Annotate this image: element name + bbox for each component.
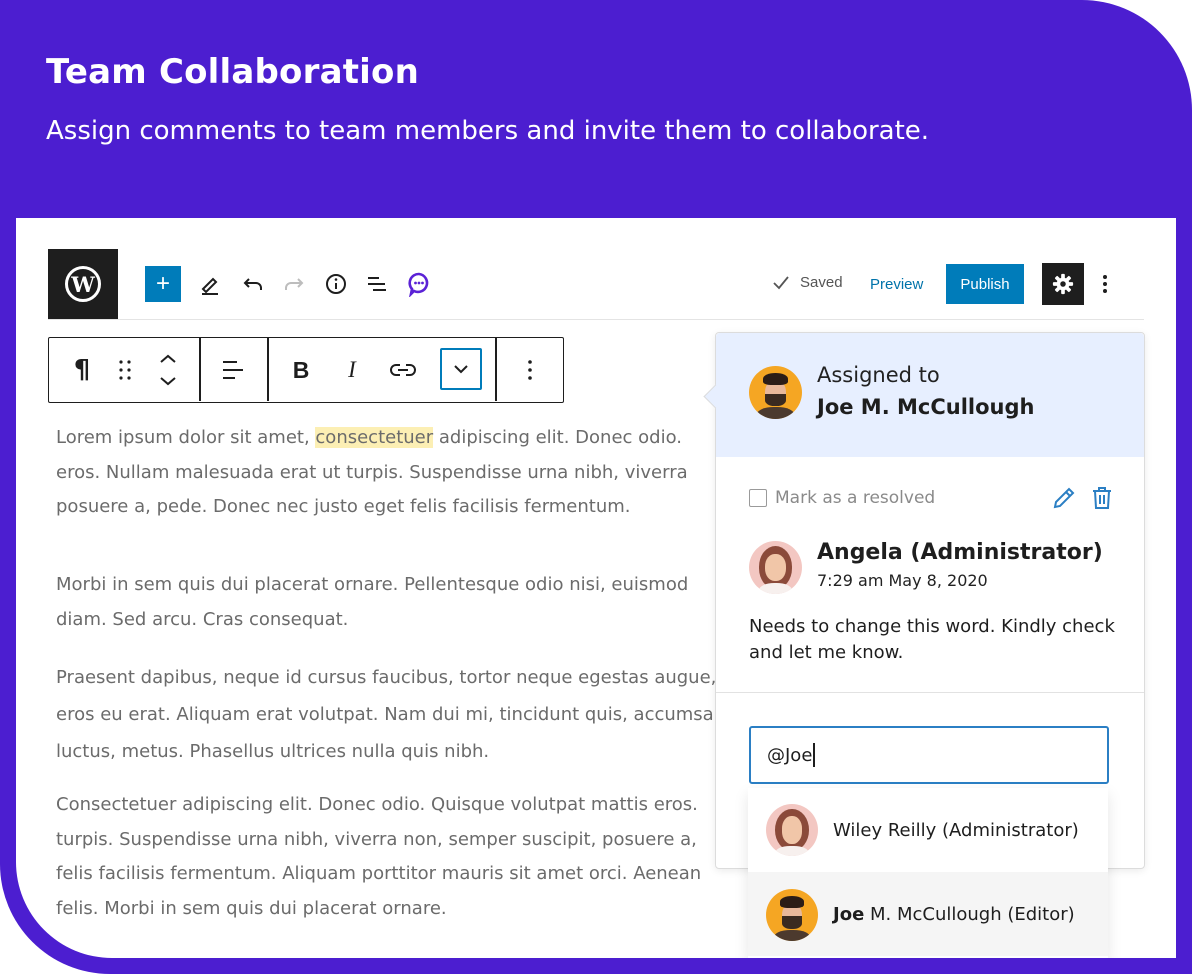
hero-title: Team Collaboration (46, 52, 419, 92)
paragraph-3[interactable]: Praesent dapibus, neque id cursus faucib… (56, 659, 725, 770)
hero-frame: Team Collaboration Assign comments to te… (0, 0, 1192, 974)
editor-screenshot: W + Saved Preview Publish ¶ B I Lorem ip… (16, 218, 1176, 958)
link-icon[interactable] (385, 352, 421, 388)
assigned-label: Assigned to (817, 363, 940, 387)
resolve-checkbox[interactable] (749, 489, 767, 507)
text-cursor (813, 743, 815, 767)
text-run: Praesent dapibus, neque id cursus faucib… (56, 667, 717, 688)
text-run: felis facilisis fermentum. Aliquam portt… (56, 863, 702, 884)
undo-icon[interactable] (237, 268, 269, 300)
saved-label: Saved (800, 274, 843, 291)
block-options-icon[interactable] (512, 352, 548, 388)
bold-button[interactable]: B (283, 352, 319, 388)
more-rich-text-chevron-down-icon[interactable] (440, 348, 482, 390)
reply-input[interactable]: @Joe (749, 726, 1109, 784)
toolbar-separator (199, 338, 201, 401)
text-run: posuere a, pede. Donec nec justo eget fe… (56, 496, 631, 517)
assigned-to-header: Assigned to Joe M. McCullough (716, 333, 1144, 457)
move-up-down-icon[interactable] (150, 352, 186, 388)
assignee-name: Joe M. McCullough (817, 395, 1035, 419)
mention-option[interactable]: Wiley Reilly (Administrator) (748, 788, 1108, 872)
list-view-icon[interactable] (361, 268, 393, 300)
saved-status: Saved (772, 274, 843, 291)
trash-icon[interactable] (1089, 485, 1115, 511)
avatar (749, 366, 802, 419)
more-options-icon[interactable] (1094, 268, 1116, 300)
avatar (766, 889, 818, 941)
gear-icon (1052, 273, 1074, 295)
italic-button[interactable]: I (334, 352, 370, 388)
text-run: eros eu erat. Aliquam erat volutpat. Nam… (56, 704, 726, 725)
highlighted-word[interactable]: consectetuer (315, 427, 434, 448)
mention-option-name: Wiley Reilly (Administrator) (833, 819, 1079, 841)
text-run: Morbi in sem quis dui placerat ornare. P… (56, 574, 689, 595)
avatar (766, 804, 818, 856)
text-run: adipiscing elit. Donec odio. (433, 427, 683, 448)
panel-divider (716, 692, 1144, 693)
comment-author: Angela (Administrator) (817, 540, 1103, 565)
preview-button[interactable]: Preview (870, 276, 923, 293)
mention-match: Joe (833, 903, 865, 925)
reply-input-value: @Joe (767, 744, 813, 766)
wordpress-logo-icon[interactable]: W (48, 249, 118, 319)
paragraph-icon[interactable]: ¶ (64, 352, 100, 388)
toolbar-separator (267, 338, 269, 401)
paragraph-1[interactable]: Lorem ipsum dolor sit amet, consectetuer… (56, 421, 688, 525)
mention-option-name: Joe M. McCullough (Editor) (833, 904, 1075, 925)
edit-pencil-icon[interactable] (1051, 485, 1077, 511)
add-block-button[interactable]: + (145, 266, 181, 302)
redo-icon[interactable] (278, 268, 310, 300)
comment-plugin-icon[interactable] (403, 268, 435, 300)
resolve-label[interactable]: Mark as a resolved (775, 488, 935, 508)
toolbar-divider (48, 319, 1144, 320)
text-run: turpis. Suspendisse urna nibh, viverra n… (56, 828, 697, 850)
wordpress-logo-letter: W (65, 266, 101, 302)
text-run: Lorem ipsum dolor sit amet, (56, 427, 316, 448)
plus-icon: + (155, 270, 170, 297)
block-toolbar: ¶ B I (48, 337, 564, 403)
mention-option-selected[interactable]: Joe M. McCullough (Editor) (748, 872, 1108, 956)
align-left-icon[interactable] (215, 352, 251, 388)
hero-subtitle: Assign comments to team members and invi… (46, 116, 930, 146)
pencil-icon[interactable] (194, 268, 226, 300)
comment-text: Needs to change this word. Kindly check … (749, 616, 1115, 663)
toolbar-separator (495, 338, 497, 401)
settings-button[interactable] (1042, 263, 1084, 305)
text-run: eros. Nullam malesuada erat ut turpis. S… (56, 461, 688, 483)
comment-timestamp: 7:29 am May 8, 2020 (817, 571, 988, 590)
text-run: felis. Morbi in sem quis dui placerat or… (56, 897, 447, 919)
avatar (749, 541, 802, 594)
drag-handle-icon[interactable] (107, 352, 143, 388)
mention-dropdown: Wiley Reilly (Administrator) Joe M. McCu… (748, 788, 1108, 958)
paragraph-2[interactable]: Morbi in sem quis dui placerat ornare. P… (56, 568, 688, 637)
paragraph-4[interactable]: Consectetuer adipiscing elit. Donec odio… (56, 788, 701, 926)
check-icon (773, 275, 789, 289)
text-run: luctus, metus. Phasellus ultrices nulla … (56, 741, 490, 762)
text-run: diam. Sed arcu. Cras consequat. (56, 608, 349, 630)
text-run: Consectetuer adipiscing elit. Donec odio… (56, 794, 698, 815)
mention-rest: M. McCullough (Editor) (864, 903, 1075, 925)
publish-button[interactable]: Publish (946, 264, 1024, 304)
info-icon[interactable] (320, 268, 352, 300)
